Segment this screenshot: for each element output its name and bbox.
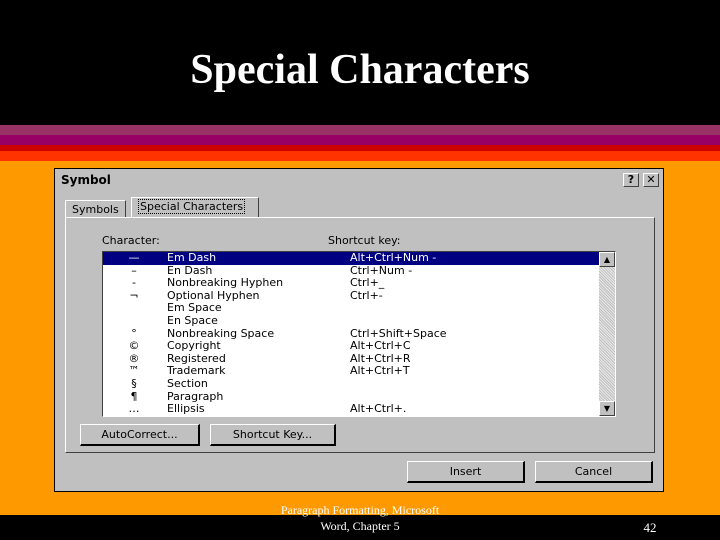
slide-title: Special Characters xyxy=(190,47,530,93)
character-shortcut: Alt+Ctrl+. xyxy=(350,402,407,416)
list-item[interactable]: - Nonbreaking Hyphen Ctrl+_ xyxy=(103,277,615,290)
character-name: Section xyxy=(167,376,208,390)
character-name: En Space xyxy=(167,313,218,327)
character-shortcut: Ctrl+_ xyxy=(350,276,385,290)
dialog-title: Symbol xyxy=(61,173,111,187)
character-name: Nonbreaking Hyphen xyxy=(167,276,284,290)
help-button[interactable]: ? xyxy=(623,173,639,187)
scroll-down-arrow-icon[interactable]: ▼ xyxy=(599,401,615,416)
character-shortcut: Alt+Ctrl+C xyxy=(350,339,411,353)
decorative-stripe xyxy=(0,135,720,145)
character-shortcut: Alt+Ctrl+Num - xyxy=(350,251,437,264)
close-button[interactable]: ✕ xyxy=(643,173,659,187)
character-name: Ellipsis xyxy=(167,402,205,416)
shortcut-key-button[interactable]: Shortcut Key... xyxy=(210,424,336,446)
tab-symbols[interactable]: Symbols xyxy=(65,200,126,217)
autocorrect-button[interactable]: AutoCorrect... xyxy=(80,424,200,446)
footer-line-2: Word, Chapter 5 xyxy=(320,519,400,533)
character-shortcut: Ctrl+- xyxy=(350,288,383,302)
scroll-up-arrow-icon[interactable]: ▲ xyxy=(599,252,615,267)
character-name: Em Dash xyxy=(167,251,217,264)
page-number: 42 xyxy=(643,520,657,535)
character-symbol: … xyxy=(128,402,140,416)
insert-button[interactable]: Insert xyxy=(407,461,525,483)
list-item[interactable]: © Copyright Alt+Ctrl+C xyxy=(103,340,615,353)
decorative-stripe xyxy=(0,125,720,135)
special-characters-panel: Character: Shortcut key: — Em Dash Alt+Ctr… xyxy=(65,217,655,453)
character-symbol: © xyxy=(128,339,140,353)
list-item[interactable]: § Section xyxy=(103,376,615,391)
decorative-stripe xyxy=(0,151,720,161)
tab-special-characters-label: Special Characters xyxy=(138,199,246,214)
special-characters-list[interactable]: — Em Dash Alt+Ctrl+Num - – En Dash Ctrl+Num -… xyxy=(102,251,616,417)
list-item[interactable]: … Ellipsis Alt+Ctrl+. xyxy=(103,403,615,416)
tab-special-characters[interactable]: Special Characters xyxy=(131,197,259,217)
symbol-dialog: Symbol ? ✕ Symbols Special Characters Ch… xyxy=(54,168,664,492)
character-symbol: § xyxy=(131,376,137,390)
list-item[interactable]: — Em Dash Alt+Ctrl+Num - xyxy=(103,252,615,265)
list-item[interactable]: En Space xyxy=(103,313,615,328)
character-symbol: ¬ xyxy=(129,288,139,302)
footer-text: Paragraph Formatting, Microsoft Word, Ch… xyxy=(240,502,480,534)
list-scrollbar[interactable]: ▲ ▼ xyxy=(599,252,615,416)
character-name: Copyright xyxy=(167,339,221,353)
shortcut-key-header: Shortcut key: xyxy=(328,234,401,247)
character-header: Character: xyxy=(102,234,160,247)
character-symbol: — xyxy=(128,251,140,264)
cancel-button[interactable]: Cancel xyxy=(535,461,653,483)
dialog-titlebar[interactable]: Symbol ? ✕ xyxy=(57,171,661,189)
character-shortcut: Alt+Ctrl+T xyxy=(350,364,410,378)
character-symbol: - xyxy=(132,276,136,290)
footer-line-1: Paragraph Formatting, Microsoft xyxy=(280,503,440,517)
